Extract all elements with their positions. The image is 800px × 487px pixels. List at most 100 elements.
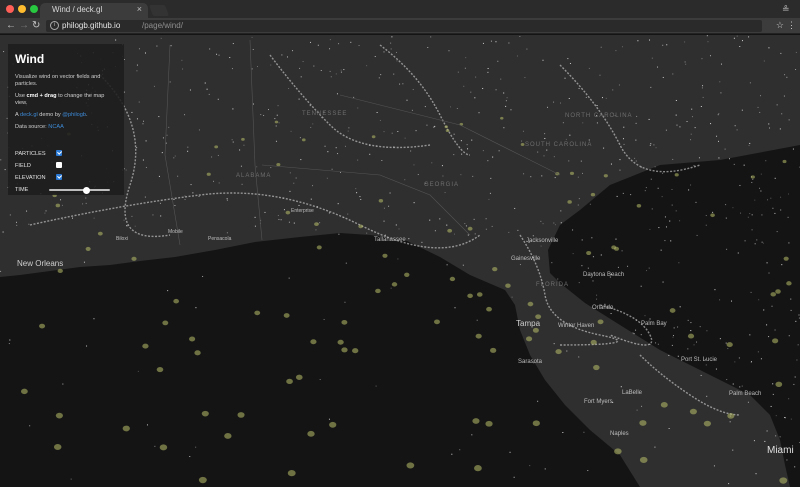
wind-particle: [727, 348, 729, 350]
wind-particle: [448, 50, 450, 52]
wind-particle: [412, 89, 414, 91]
wind-particle: [16, 221, 18, 223]
wind-particle: [771, 305, 773, 307]
address-bar[interactable]: i philogb.github.io /page/wind/: [46, 20, 762, 32]
wind-particle: [336, 93, 338, 95]
wind-particle: [750, 361, 752, 363]
wind-particle: [635, 160, 637, 162]
wind-particle: [338, 43, 340, 45]
field-checkbox[interactable]: [56, 162, 62, 168]
wind-particle: [560, 222, 562, 224]
particles-checkbox[interactable]: [56, 150, 62, 156]
wind-particle: [760, 95, 762, 97]
wind-particle: [427, 46, 429, 48]
address-toolbar: ← → ↻ i philogb.github.io /page/wind/ ☆ …: [0, 18, 800, 34]
wind-particle: [650, 178, 652, 180]
new-tab-button[interactable]: [148, 5, 170, 16]
elevation-checkbox[interactable]: [56, 174, 62, 180]
wind-particle: [264, 211, 266, 213]
back-button[interactable]: ←: [6, 19, 16, 33]
wind-particle: [327, 151, 329, 153]
wind-particle: [589, 203, 591, 205]
wind-particle: [679, 306, 681, 308]
wind-particle: [213, 180, 215, 182]
wind-particle: [300, 76, 302, 78]
wind-particle: [404, 137, 406, 139]
wind-particle: [472, 175, 474, 177]
wind-particle: [190, 184, 192, 186]
elevation-dot: [492, 267, 498, 272]
minimize-window-icon[interactable]: [18, 5, 26, 13]
elevation-dot: [189, 336, 196, 342]
wind-particle: [635, 122, 637, 124]
wind-particle: [700, 105, 702, 107]
wind-particle: [517, 229, 519, 231]
wind-particle: [0, 159, 2, 161]
tab-close-icon[interactable]: ×: [137, 4, 142, 14]
wind-particle: [410, 150, 412, 152]
close-window-icon[interactable]: [6, 5, 14, 13]
wind-particle: [198, 195, 200, 197]
wind-particle: [302, 61, 304, 63]
wind-particle: [241, 183, 243, 185]
wind-particle: [666, 44, 668, 46]
wind-particle: [8, 343, 10, 345]
elevation-dot: [122, 425, 130, 432]
wind-particle: [744, 240, 746, 242]
wind-particle: [774, 212, 776, 214]
elevation-dot: [703, 420, 711, 427]
wind-particle: [274, 118, 276, 120]
wind-particle: [684, 61, 686, 63]
author-link[interactable]: @philogb: [62, 112, 86, 118]
wind-particle: [649, 39, 651, 41]
browser-menu-icon[interactable]: ⋮: [787, 20, 796, 30]
city-label: Palm Bay: [641, 321, 667, 327]
elevation-dot: [53, 443, 62, 450]
wind-particle: [719, 81, 721, 83]
site-info-icon[interactable]: i: [50, 21, 59, 30]
wind-particle: [251, 36, 253, 38]
elevation-dot: [286, 378, 293, 385]
time-slider-track[interactable]: [49, 186, 110, 194]
profile-icon[interactable]: ≗: [782, 4, 792, 14]
source-link[interactable]: NCAA: [48, 124, 64, 130]
wind-particle: [657, 66, 659, 68]
wind-particle: [673, 327, 675, 329]
wind-particle: [592, 256, 594, 258]
wind-particle: [144, 52, 146, 54]
elevation-toggle-row: ELEVATION: [15, 173, 117, 184]
wind-particle: [720, 92, 722, 94]
city-label: Port St. Lucie: [681, 357, 718, 363]
forward-button[interactable]: →: [19, 19, 29, 33]
elevation-dot: [467, 293, 473, 299]
wind-particle: [85, 197, 87, 199]
wind-particle: [229, 57, 231, 59]
wind-particle: [616, 195, 618, 197]
wind-particle: [572, 253, 574, 255]
wind-particle: [753, 440, 755, 442]
wind-particle: [462, 264, 464, 266]
wind-particle: [790, 298, 792, 300]
elevation-dot: [525, 336, 533, 342]
bookmark-star-icon[interactable]: ☆: [776, 20, 784, 30]
zoom-window-icon[interactable]: [30, 5, 38, 13]
wind-particle: [665, 129, 667, 131]
wind-particle: [202, 275, 204, 277]
wind-particle: [470, 91, 472, 93]
wind-particle: [562, 122, 564, 124]
wind-particle: [747, 401, 749, 403]
deckgl-link[interactable]: deck.gl: [20, 112, 38, 118]
reload-button[interactable]: ↻: [32, 19, 40, 33]
wind-particle: [329, 39, 331, 41]
elevation-dot: [590, 192, 596, 197]
wind-particle: [232, 43, 234, 45]
wind-particle: [632, 332, 634, 334]
elevation-dot: [476, 292, 483, 297]
wind-particle: [790, 309, 792, 311]
elevation-dot: [39, 323, 46, 329]
wind-particle: [498, 150, 500, 152]
tab-wind[interactable]: Wind / deck.gl ×: [40, 3, 148, 18]
wind-particle: [489, 192, 491, 194]
time-slider-thumb[interactable]: [83, 186, 91, 194]
wind-particle: [688, 189, 690, 191]
